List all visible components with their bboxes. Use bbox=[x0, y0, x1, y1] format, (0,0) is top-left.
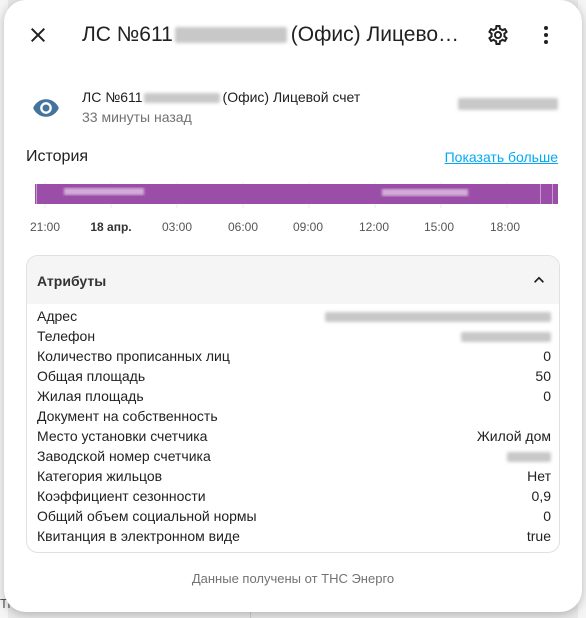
tick-label: 18:00 bbox=[489, 220, 521, 234]
close-icon bbox=[31, 28, 45, 42]
title-suffix: (Офис) Лицевой счет bbox=[290, 23, 462, 46]
attribute-key: Количество прописанных лиц bbox=[37, 348, 230, 364]
attribute-row: Адрес bbox=[27, 306, 559, 326]
history-title: История bbox=[26, 148, 89, 165]
attributes-list: Адрес Телефон Количество прописанных лиц… bbox=[27, 306, 559, 546]
attribute-value-redacted bbox=[461, 332, 551, 343]
attribute-value: true bbox=[526, 528, 551, 544]
gear-icon bbox=[488, 24, 508, 45]
history-timeline[interactable] bbox=[32, 182, 558, 208]
more-options-button[interactable] bbox=[526, 15, 566, 55]
attribute-value: 0 bbox=[543, 348, 551, 364]
more-vertical-icon bbox=[544, 26, 548, 44]
attribute-row: Заводской номер счетчика bbox=[27, 446, 559, 466]
eye-icon bbox=[33, 99, 59, 117]
entity-name: ЛС №611 (Офис) Лицевой счет bbox=[82, 88, 360, 106]
chevron-up-icon bbox=[534, 276, 544, 283]
attribute-value bbox=[461, 327, 551, 345]
attribute-key: Жилая площадь bbox=[37, 388, 144, 404]
attribute-value bbox=[325, 307, 551, 325]
attribute-value: Жилой дом bbox=[476, 428, 551, 444]
show-more-link[interactable]: Показать больше bbox=[445, 149, 558, 165]
attributes-title: Атрибуты bbox=[37, 273, 107, 289]
attribute-key: Место установки счетчика bbox=[37, 428, 208, 444]
entity-name-suffix: (Офис) Лицевой счет bbox=[222, 89, 361, 105]
timeline-chart bbox=[35, 182, 558, 208]
attribute-key: Телефон bbox=[37, 328, 96, 344]
attribute-row: Квитанция в электронном виде true bbox=[27, 526, 559, 546]
more-info-dialog: ЛС №611 (Офис) Лицевой счет ЛС №611 (Офис)… bbox=[4, 0, 582, 612]
title-redacted bbox=[174, 27, 287, 44]
attribute-key: Коэффициент сезонности bbox=[37, 488, 206, 504]
collapse-button[interactable] bbox=[527, 268, 551, 292]
attribute-key: Документ на собственность bbox=[37, 408, 218, 424]
settings-button[interactable] bbox=[478, 15, 518, 55]
dialog-header: ЛС №611 (Офис) Лицевой счет bbox=[4, 0, 582, 70]
attribute-key: Категория жильцов bbox=[37, 468, 163, 484]
attribute-row: Место установки счетчика Жилой дом bbox=[27, 426, 559, 446]
attribute-key: Общая площадь bbox=[37, 368, 146, 384]
title-prefix: ЛС №611 bbox=[82, 23, 173, 46]
entity-state-redacted bbox=[458, 98, 558, 110]
attribute-value: 0,9 bbox=[531, 488, 551, 504]
attribute-value bbox=[507, 447, 551, 465]
entity-row[interactable]: ЛС №611 (Офис) Лицевой счет 33 минуты наз… bbox=[4, 82, 582, 132]
attribute-row: Общий объем социальной нормы 0 bbox=[27, 506, 559, 526]
entity-name-redacted bbox=[143, 93, 220, 104]
attribute-key: Квитанция в электронном виде bbox=[37, 528, 240, 544]
tick-label: 21:00 bbox=[29, 220, 61, 234]
entity-name-prefix: ЛС №611 bbox=[82, 89, 143, 105]
attribute-value: Нет bbox=[527, 468, 551, 484]
tick-label: 12:00 bbox=[358, 220, 390, 234]
attribute-row: Количество прописанных лиц 0 bbox=[27, 346, 559, 366]
attribute-value: 0 bbox=[543, 508, 551, 524]
last-changed: 33 минуты назад bbox=[82, 109, 192, 125]
attribute-value: 0 bbox=[543, 388, 551, 404]
attribute-row: Документ на собственность bbox=[27, 406, 559, 426]
attribute-row: Жилая площадь 0 bbox=[27, 386, 559, 406]
attribute-row: Телефон bbox=[27, 326, 559, 346]
tick-label: 18 апр. bbox=[90, 220, 132, 234]
attribution-text: Данные получены от ТНС Энерго bbox=[191, 571, 395, 586]
attribute-row: Коэффициент сезонности 0,9 bbox=[27, 486, 559, 506]
tick-label: 03:00 bbox=[161, 220, 193, 234]
attribute-row: Общая площадь 50 bbox=[27, 366, 559, 386]
tick-label: 15:00 bbox=[423, 220, 455, 234]
attribute-value: 50 bbox=[535, 368, 551, 384]
dialog-title: ЛС №611 (Офис) Лицевой счет bbox=[82, 21, 462, 49]
attribute-value-redacted bbox=[325, 312, 551, 323]
tick-label: 06:00 bbox=[227, 220, 259, 234]
attributes-header[interactable]: Атрибуты bbox=[27, 256, 559, 304]
attribute-key: Заводской номер счетчика bbox=[37, 448, 211, 464]
timeline-axis: 21:00 18 апр. 03:00 06:00 09:00 12:00 15… bbox=[4, 220, 582, 236]
tick-label: 09:00 bbox=[292, 220, 324, 234]
attributes-panel: Атрибуты Адрес Телефон Количество пропис… bbox=[26, 255, 560, 553]
attribute-value-redacted bbox=[507, 452, 551, 463]
attribute-key: Адрес bbox=[37, 308, 78, 324]
close-button[interactable] bbox=[18, 15, 58, 55]
attribute-row: Категория жильцов Нет bbox=[27, 466, 559, 486]
attribute-key: Общий объем социальной нормы bbox=[37, 508, 257, 524]
